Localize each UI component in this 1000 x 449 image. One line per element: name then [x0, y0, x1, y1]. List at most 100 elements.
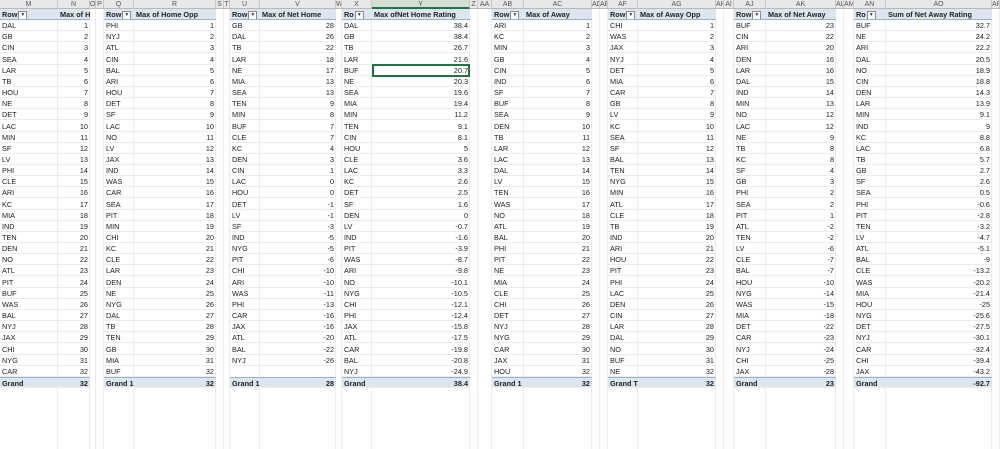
- pivot-row-label[interactable]: TB: [734, 143, 766, 154]
- pivot-row-value[interactable]: 8: [638, 98, 716, 110]
- column-header-ad[interactable]: AD: [592, 0, 600, 9]
- pivot-row-value[interactable]: 22: [58, 254, 90, 266]
- pivot-row-value[interactable]: 3: [134, 42, 216, 54]
- pivot-row-label[interactable]: LV: [104, 143, 134, 154]
- pivot-row-value[interactable]: 7: [260, 121, 336, 132]
- pivot-row-value[interactable]: -5.1: [886, 243, 992, 255]
- pivot-row-label[interactable]: MIN: [734, 98, 766, 110]
- pivot-row-value[interactable]: 15: [134, 176, 216, 188]
- pivot-row-label[interactable]: CHI: [608, 20, 638, 32]
- pivot-row-label[interactable]: DET: [230, 199, 260, 210]
- pivot-row-value[interactable]: 16: [766, 54, 836, 65]
- pivot-row-label[interactable]: GB: [230, 20, 260, 32]
- pivot-row-label[interactable]: WAS: [104, 176, 134, 188]
- pivot-row-value[interactable]: 0: [260, 176, 336, 188]
- pivot-row-header[interactable]: Row ▼: [230, 9, 260, 20]
- pivot-row-value[interactable]: 16: [638, 187, 716, 199]
- pivot-row-value[interactable]: -1.6: [372, 232, 470, 243]
- column-header-x[interactable]: X: [342, 0, 372, 9]
- pivot-row-label[interactable]: KC: [492, 31, 524, 43]
- pivot-row-label[interactable]: CHI: [104, 232, 134, 243]
- pivot-row-value[interactable]: 8: [58, 98, 90, 110]
- pivot-row-value[interactable]: 22: [766, 31, 836, 43]
- pivot-row-value[interactable]: 7: [134, 87, 216, 99]
- pivot-row-value[interactable]: -7: [766, 254, 836, 266]
- pivot-row-label[interactable]: GB: [342, 31, 372, 43]
- pivot-row-value[interactable]: 1: [766, 210, 836, 221]
- pivot-row-value[interactable]: -1: [260, 210, 336, 221]
- pivot-row-value[interactable]: 18: [58, 210, 90, 221]
- pivot-row-label[interactable]: DAL: [0, 20, 58, 32]
- pivot-row-value[interactable]: -2: [766, 221, 836, 232]
- pivot-row-value[interactable]: -10.5: [372, 288, 470, 299]
- pivot-row-label[interactable]: LAC: [608, 288, 638, 299]
- pivot-row-value[interactable]: 14: [766, 87, 836, 99]
- pivot-row-value[interactable]: 32: [58, 366, 90, 377]
- pivot-row-label[interactable]: DAL: [608, 332, 638, 344]
- pivot-row-value[interactable]: -10: [260, 277, 336, 288]
- pivot-row-value[interactable]: 19: [638, 221, 716, 232]
- pivot-row-value[interactable]: -25: [886, 299, 992, 310]
- pivot-row-label[interactable]: BAL: [492, 232, 524, 243]
- pivot-row-label[interactable]: LAR: [230, 54, 260, 65]
- pivot-row-value[interactable]: -5: [260, 243, 336, 255]
- pivot-row-label[interactable]: JAX: [492, 355, 524, 366]
- pivot-row-value[interactable]: 9: [886, 121, 992, 132]
- pivot-row-label[interactable]: BAL: [104, 65, 134, 76]
- pivot-row-label[interactable]: LAR: [854, 98, 886, 110]
- pivot-row-label[interactable]: ARI: [734, 42, 766, 54]
- pivot-row-value[interactable]: -16: [260, 321, 336, 333]
- pivot-row-value[interactable]: 38.4: [372, 20, 470, 32]
- pivot-row-value[interactable]: 20: [524, 232, 592, 243]
- pivot-row-label[interactable]: GB: [492, 54, 524, 65]
- pivot-row-label[interactable]: MIN: [492, 42, 524, 54]
- pivot-row-label[interactable]: SF: [492, 87, 524, 99]
- pivot-row-value[interactable]: -1: [260, 199, 336, 210]
- pivot-row-value[interactable]: -13.2: [886, 265, 992, 277]
- pivot-row-label[interactable]: PHI: [608, 277, 638, 288]
- pivot-row-label[interactable]: ARI: [854, 42, 886, 54]
- pivot-row-value[interactable]: -3.9: [372, 243, 470, 255]
- column-header-ai[interactable]: AI: [724, 0, 734, 9]
- pivot-row-label[interactable]: CLE: [492, 288, 524, 299]
- pivot-row-value[interactable]: 22: [134, 254, 216, 266]
- pivot-row-label[interactable]: CLE: [0, 176, 58, 188]
- pivot-row-value[interactable]: 9.1: [372, 121, 470, 132]
- pivot-row-value[interactable]: 28: [58, 321, 90, 333]
- pivot-row-label[interactable]: JAX: [734, 366, 766, 377]
- pivot-row-value[interactable]: -15.8: [372, 321, 470, 333]
- pivot-row-label[interactable]: MIA: [492, 277, 524, 288]
- pivot-row-value[interactable]: 14: [134, 165, 216, 177]
- pivot-row-value[interactable]: 21: [524, 243, 592, 255]
- pivot-row-label[interactable]: IND: [0, 221, 58, 232]
- pivot-row-label[interactable]: JAX: [0, 332, 58, 344]
- pivot-row-value[interactable]: 13: [260, 87, 336, 99]
- column-header-al[interactable]: AL: [836, 0, 844, 9]
- pivot-row-value[interactable]: 1: [134, 20, 216, 32]
- pivot-row-label[interactable]: NYJ: [0, 321, 58, 333]
- pivot-row-label[interactable]: ARI: [492, 20, 524, 32]
- pivot-row-value[interactable]: 0: [260, 187, 336, 199]
- pivot-row-label[interactable]: CLE: [230, 132, 260, 143]
- pivot-row-label[interactable]: CAR: [104, 187, 134, 199]
- pivot-row-label[interactable]: HOU: [492, 366, 524, 377]
- pivot-row-value[interactable]: -32.4: [886, 344, 992, 355]
- filter-dropdown-icon[interactable]: ▼: [248, 10, 258, 19]
- pivot-row-label[interactable]: CIN: [492, 65, 524, 76]
- pivot-row-value[interactable]: 19.4: [372, 98, 470, 110]
- pivot-row-value[interactable]: -23: [766, 332, 836, 344]
- column-header-m[interactable]: M: [0, 0, 58, 9]
- pivot-row-value[interactable]: 22: [524, 254, 592, 266]
- pivot-row-label[interactable]: CHI: [230, 265, 260, 277]
- pivot-row-label[interactable]: NE: [230, 65, 260, 76]
- pivot-row-value[interactable]: 5: [524, 65, 592, 76]
- column-header-an[interactable]: AN: [854, 0, 886, 9]
- column-header-v[interactable]: V: [260, 0, 336, 9]
- pivot-row-label[interactable]: BUF: [854, 20, 886, 32]
- pivot-row-label[interactable]: LAR: [734, 65, 766, 76]
- pivot-row-value[interactable]: 17: [260, 65, 336, 76]
- pivot-row-label[interactable]: LAC: [104, 121, 134, 132]
- pivot-row-value[interactable]: 26: [260, 31, 336, 43]
- pivot-row-value[interactable]: 6.8: [886, 143, 992, 154]
- pivot-row-label[interactable]: DET: [854, 321, 886, 333]
